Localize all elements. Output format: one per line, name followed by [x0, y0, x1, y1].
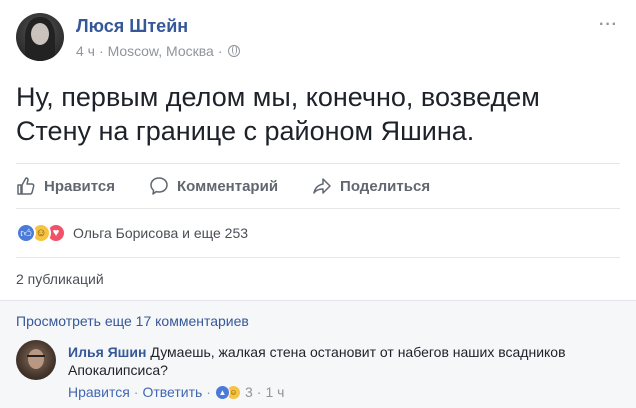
post-time[interactable]: 4 ч — [76, 43, 95, 59]
thumbs-up-icon — [17, 177, 35, 195]
separator: · — [133, 384, 139, 400]
commenter-avatar[interactable] — [16, 340, 56, 380]
comment-actions: Нравится · Ответить · ▲ ☺ 3 · 1 ч — [68, 384, 284, 400]
meta-separator: · — [217, 43, 223, 59]
divider — [0, 300, 636, 301]
post-meta: 4 ч · Moscow, Москва · — [76, 43, 241, 59]
reactions-summary[interactable]: 👍︎ ☺ ♥ Ольга Борисова и еще 253 — [16, 222, 248, 244]
divider — [16, 163, 620, 164]
comment-author[interactable]: Илья Яшин — [68, 344, 146, 360]
divider — [16, 257, 620, 258]
post-header: Люся Штейн 4 ч · Moscow, Москва · ··· — [16, 12, 620, 62]
shares-count[interactable]: 2 публикаций — [16, 271, 104, 287]
separator: · — [256, 384, 262, 400]
reaction-names[interactable]: Ольга Борисова и еще 253 — [73, 225, 248, 241]
like-label: Нравится — [44, 177, 116, 195]
post-actions: Нравится Комментарий Поделиться — [16, 170, 620, 202]
comment-time[interactable]: 1 ч — [265, 384, 284, 400]
share-label: Поделиться — [340, 177, 431, 195]
comment-button[interactable]: Комментарий — [149, 176, 278, 196]
comment-icon — [150, 177, 168, 195]
meta-separator: · — [98, 43, 104, 59]
comment: Илья Яшин Думаешь, жалкая стена остановит… — [68, 343, 608, 379]
globe-icon[interactable] — [228, 45, 241, 57]
share-icon — [313, 178, 331, 194]
author-avatar[interactable] — [16, 13, 64, 61]
author-name[interactable]: Люся Штейн — [76, 16, 188, 37]
comment-like-link[interactable]: Нравится — [68, 384, 130, 400]
view-more-comments-link[interactable]: Просмотреть еще 17 комментариев — [16, 313, 249, 329]
post-text: Ну, первым делом мы, конечно, возведем С… — [16, 82, 540, 146]
like-button[interactable]: Нравится — [16, 176, 115, 196]
more-options-icon[interactable]: ··· — [599, 16, 618, 34]
comment-label: Комментарий — [177, 177, 279, 195]
separator: · — [206, 384, 211, 400]
comment-reaction-count[interactable]: 3 — [245, 384, 253, 400]
comment-reply-link[interactable]: Ответить — [142, 384, 202, 400]
divider — [16, 208, 620, 209]
like-reaction-icon: ▲ — [214, 384, 230, 400]
post-location[interactable]: Moscow, Москва — [108, 43, 214, 59]
like-reaction-icon: 👍︎ — [16, 223, 36, 243]
share-button[interactable]: Поделиться — [312, 176, 430, 196]
